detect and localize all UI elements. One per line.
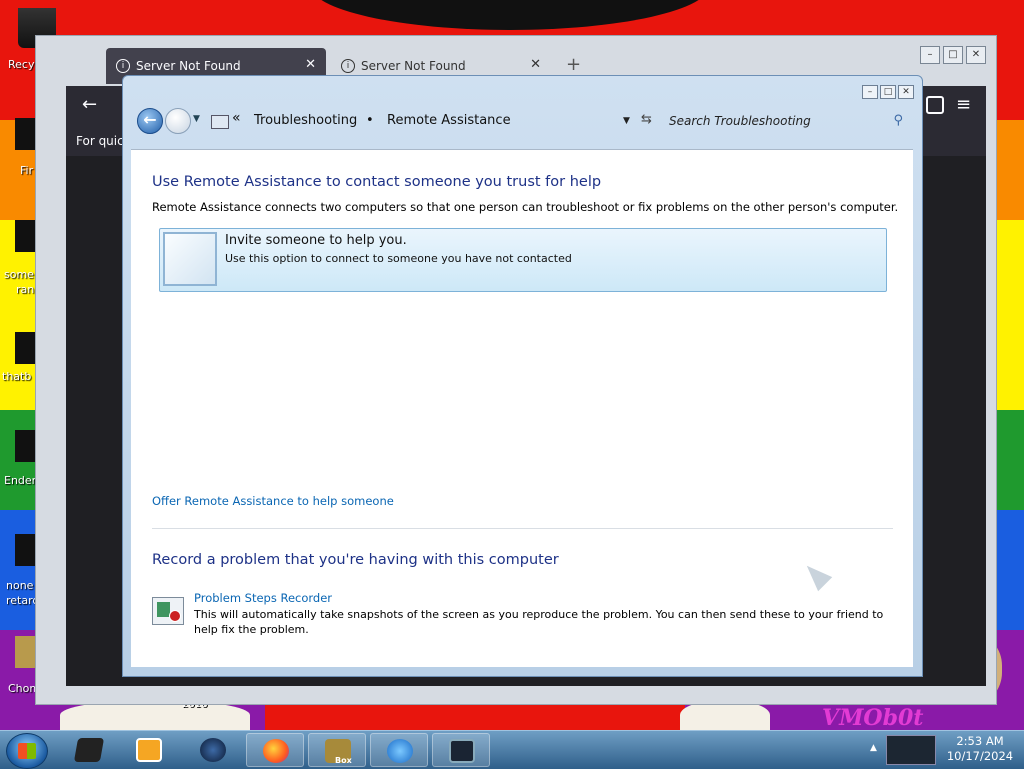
close-tab-icon[interactable]: ✕	[305, 57, 316, 72]
taskbar-item-hamster-box[interactable]: Box	[308, 733, 366, 767]
show-hidden-icons-button[interactable]: ▲	[870, 743, 877, 753]
internet-explorer-icon	[387, 739, 413, 763]
steam-icon	[200, 738, 226, 762]
divider	[152, 528, 893, 529]
search-input[interactable]: Search Troubleshooting	[669, 114, 811, 128]
clock-date: 10/17/2024	[946, 749, 1014, 763]
browser-minimize-button[interactable]: –	[920, 46, 940, 64]
problem-steps-recorder-description: This will automatically take snapshots o…	[194, 608, 884, 636]
offer-remote-assistance-link[interactable]: Offer Remote Assistance to help someone	[152, 494, 394, 508]
remote-assistance-icon	[449, 739, 475, 763]
taskbar-item-media-player[interactable]	[120, 733, 178, 767]
maximize-button[interactable]: □	[880, 85, 896, 99]
section-description: Remote Assistance connects two computers…	[152, 200, 899, 214]
taskbar-item-firefox[interactable]	[246, 733, 304, 767]
menu-icon[interactable]: ≡	[956, 94, 971, 115]
taskbar-item-internet-explorer[interactable]	[370, 733, 428, 767]
browser-tab-title: Server Not Found	[136, 59, 241, 73]
close-tab-icon[interactable]: ✕	[530, 57, 541, 72]
search-icon[interactable]: ⚲	[893, 113, 903, 128]
search-box[interactable]: Search Troubleshooting ⚲	[661, 108, 909, 134]
remote-assistance-window: – □ ✕ ← ▼ « Troubleshooting • Remote Assis…	[122, 75, 923, 677]
tray-app-icon[interactable]	[886, 735, 936, 765]
close-button[interactable]: ✕	[898, 85, 914, 99]
breadcrumb-separator: •	[366, 113, 374, 128]
info-icon: i	[116, 59, 130, 73]
taskbar-item-steam[interactable]	[184, 733, 242, 767]
problem-steps-recorder-link[interactable]: Problem Steps Recorder	[194, 591, 332, 605]
start-button[interactable]	[6, 733, 48, 769]
section-heading-record-problem: Record a problem that you're having with…	[152, 552, 559, 568]
new-tab-button[interactable]: +	[566, 54, 581, 75]
back-arrow-icon: ←	[143, 110, 157, 129]
taskbar-item-remote-assistance[interactable]	[432, 733, 490, 767]
browser-tab-title: Server Not Found	[361, 59, 466, 73]
browser-close-button[interactable]: ✕	[966, 46, 986, 64]
back-arrow-icon[interactable]: ←	[82, 94, 97, 115]
clock-time: 2:53 AM	[956, 734, 1004, 748]
invite-title: Invite someone to help you.	[225, 233, 407, 248]
invite-someone-button[interactable]: Invite someone to help you. Use this opt…	[159, 228, 887, 292]
windows-logo-icon	[18, 743, 36, 759]
media-player-icon	[136, 738, 162, 762]
problem-steps-recorder-icon[interactable]	[152, 597, 184, 625]
system-clock[interactable]: 2:53 AM 10/17/2024	[940, 734, 1020, 764]
taskbar-item-explorer[interactable]	[60, 733, 118, 767]
info-icon: i	[341, 59, 355, 73]
main-content: Use Remote Assistance to contact someone…	[131, 149, 913, 667]
browser-maximize-button[interactable]: □	[943, 46, 963, 64]
taskbar: Box ▲ 2:53 AM 10/17/2024	[0, 730, 1024, 769]
address-dropdown-icon[interactable]: ▼	[623, 116, 630, 126]
refresh-icon[interactable]: ⇆	[641, 112, 652, 127]
invite-icon	[163, 232, 217, 286]
explorer-icon	[73, 738, 105, 762]
breadcrumb-remote-assistance[interactable]: Remote Assistance	[387, 113, 511, 128]
wallpaper-watermark: VMOb0t	[822, 705, 924, 730]
extensions-icon[interactable]	[926, 96, 944, 114]
control-panel-icon	[211, 115, 229, 129]
breadcrumb-overflow[interactable]: «	[232, 110, 241, 126]
minimize-button[interactable]: –	[862, 85, 878, 99]
box-label: Box	[335, 756, 352, 765]
address-bar: ← ▼ « Troubleshooting • Remote Assistanc…	[133, 104, 913, 140]
section-heading-remote-assistance: Use Remote Assistance to contact someone…	[152, 174, 602, 190]
firefox-icon	[263, 739, 289, 763]
breadcrumb-troubleshooting[interactable]: Troubleshooting	[254, 113, 357, 128]
window-controls: – □ ✕	[860, 83, 914, 99]
back-button[interactable]: ←	[137, 108, 163, 134]
recent-pages-dropdown-icon[interactable]: ▼	[193, 114, 200, 124]
forward-button[interactable]	[165, 108, 191, 134]
invite-subtitle: Use this option to connect to someone yo…	[225, 252, 572, 265]
